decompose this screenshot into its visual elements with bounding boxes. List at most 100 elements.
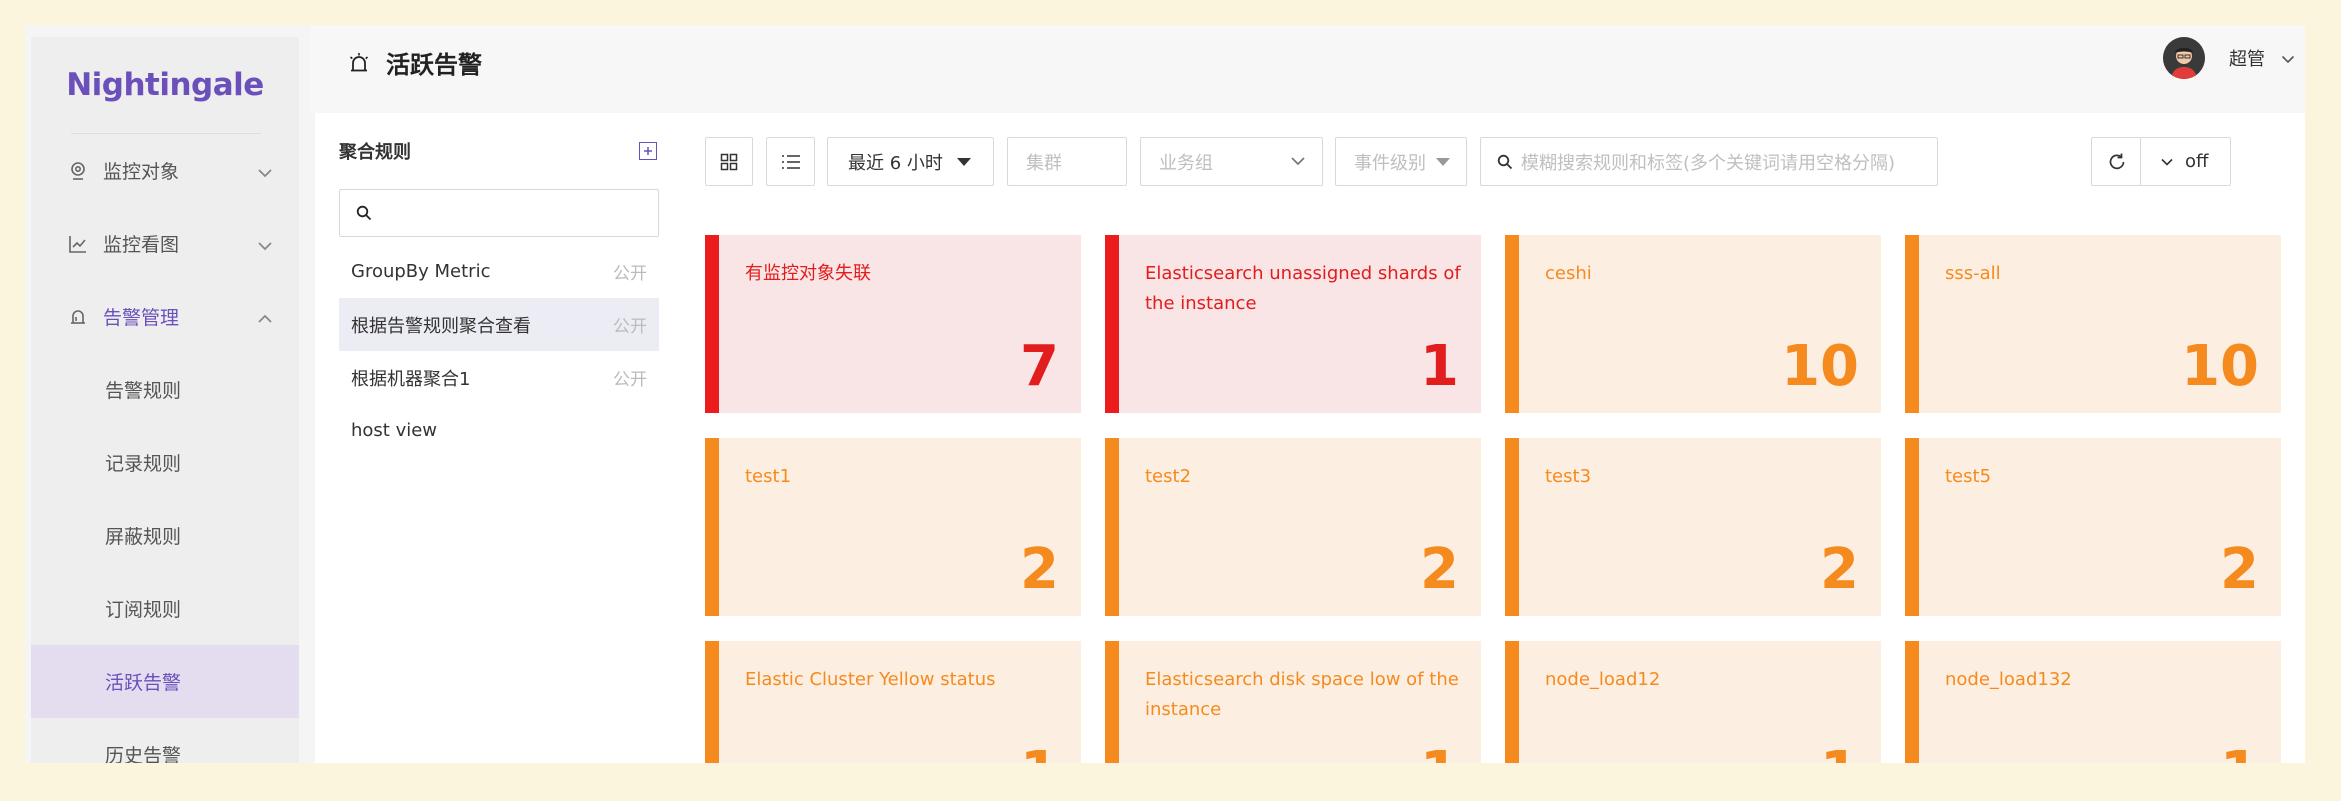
refresh-interval-select[interactable]: off [2140,137,2231,186]
plus-icon [644,147,652,155]
alert-card[interactable]: ceshi 10 [1505,235,1881,413]
alert-card[interactable]: Elasticsearch disk space low of the inst… [1105,641,1481,763]
page-title: 活跃告警 [348,45,482,80]
cluster-select[interactable]: 集群 [1007,137,1127,186]
time-range-value: 最近 6 小时 [848,152,943,174]
aggregation-rules-panel: 聚合规则 GroupBy Metric 公开 根据告警规则聚合查看 公开 根据机器聚… [339,113,659,457]
alert-card[interactable]: node_load12 1 [1505,641,1881,763]
refresh-button[interactable] [2091,137,2141,186]
sidebar-subitem-history-alerts[interactable]: 历史告警 [31,718,299,763]
rules-header: 聚合规则 [339,113,659,189]
caret-down-icon [1436,157,1450,166]
business-group-select[interactable]: 业务组 [1140,137,1323,186]
rule-visibility-tag: 公开 [613,264,647,284]
alert-card-count: 1 [1420,745,1459,764]
alert-card-title: ceshi [1545,263,1592,284]
severity-placeholder: 事件级别 [1354,152,1426,174]
rule-name: host view [351,420,438,441]
rule-search-input[interactable] [339,189,659,237]
sidebar-subitem-recording-rules[interactable]: 记录规则 [31,426,299,499]
target-icon [67,160,89,182]
severity-select[interactable]: 事件级别 [1335,137,1467,186]
siren-icon [348,52,370,74]
refresh-interval-value: off [2185,151,2209,172]
chevron-down-icon[interactable] [2281,49,2295,68]
line-chart-icon [67,233,89,255]
alert-card-title: Elasticsearch disk space low of the inst… [1145,669,1459,720]
rule-visibility-tag: 公开 [613,370,647,390]
alert-card-title: test5 [1945,466,1992,487]
logo-text: Nightingale [66,67,264,103]
alert-card-count: 2 [1820,537,1859,602]
list-item[interactable]: 根据告警规则聚合查看 公开 [339,298,659,351]
refresh-icon [2109,153,2124,169]
card-view-button[interactable] [705,137,753,186]
alarm-icon [67,306,89,328]
alert-card[interactable]: node_load132 1 [1905,641,2281,763]
rules-title: 聚合规则 [339,142,411,163]
cluster-placeholder: 集群 [1026,152,1062,174]
alert-card[interactable]: test1 2 [705,438,1081,616]
user-name[interactable]: 超管 [2229,45,2265,71]
rule-name: GroupBy Metric [351,261,491,282]
sidebar-item-alerting[interactable]: 告警管理 [31,280,299,353]
sidebar: Nightingale 监控对象 监控看图 告警管理 告警规则 记录规则 屏蔽规… [31,37,299,763]
alert-card-count: 1 [2220,745,2259,764]
list-item[interactable]: 根据机器聚合1 公开 [339,351,659,404]
alert-card[interactable]: test3 2 [1505,438,1881,616]
alert-card-title: sss-all [1945,263,2001,284]
time-range-select[interactable]: 最近 6 小时 [827,137,994,186]
alert-card-count: 2 [2220,537,2259,602]
user-menu[interactable]: 超管 [2163,37,2295,79]
alert-card-title: test3 [1545,466,1592,487]
alert-card[interactable]: 有监控对象失联 7 [705,235,1081,413]
chevron-down-icon [257,161,273,183]
list-item[interactable]: GroupBy Metric 公开 [339,245,659,298]
app-frame: Nightingale 监控对象 监控看图 告警管理 告警规则 记录规则 屏蔽规… [25,25,2305,763]
alert-card-title: test1 [745,466,792,487]
chevron-down-icon [2161,158,2173,166]
search-icon [1497,154,1513,169]
alert-card-title: Elastic Cluster Yellow status [745,669,996,690]
filter-toolbar: 最近 6 小时 集群 业务组 事件级别 模糊搜索规则和标签(多个关键词请用空格分… [705,137,2279,186]
business-group-placeholder: 业务组 [1159,152,1213,174]
sidebar-nav: 监控对象 监控看图 告警管理 告警规则 记录规则 屏蔽规则 订阅规则 活跃告警 … [31,134,299,763]
chevron-up-icon [257,307,273,329]
list-view-button[interactable] [766,137,815,186]
search-icon [356,205,372,221]
alert-card-count: 2 [1420,537,1459,602]
alert-card-title: node_load132 [1945,669,2072,690]
list-item[interactable]: host view [339,404,659,457]
chevron-down-icon [1291,157,1305,166]
alert-card[interactable]: sss-all 10 [1905,235,2281,413]
main-panel: 聚合规则 GroupBy Metric 公开 根据告警规则聚合查看 公开 根据机器聚… [315,113,2305,763]
alert-card-title: test2 [1145,466,1192,487]
sidebar-item-targets[interactable]: 监控对象 [31,134,299,207]
alert-card-count: 1 [1420,334,1459,399]
sidebar-item-label: 监控对象 [103,161,180,183]
sidebar-item-label: 监控看图 [103,234,180,256]
alert-card[interactable]: Elastic Cluster Yellow status 1 [705,641,1081,763]
sidebar-item-label: 告警管理 [103,307,180,329]
avatar[interactable] [2163,37,2205,79]
alert-card-title: node_load12 [1545,669,1661,690]
rule-tag-search-input[interactable]: 模糊搜索规则和标签(多个关键词请用空格分隔) [1480,137,1938,186]
alert-card-count: 10 [1781,334,1859,399]
alert-card[interactable]: test2 2 [1105,438,1481,616]
chevron-down-icon [257,234,273,256]
add-rule-button[interactable] [639,142,657,160]
alert-card[interactable]: test5 2 [1905,438,2281,616]
logo[interactable]: Nightingale [31,37,299,133]
alert-card-title: 有监控对象失联 [745,263,871,284]
alert-card[interactable]: Elasticsearch unassigned shards of the i… [1105,235,1481,413]
rule-name: 根据机器聚合1 [351,368,471,390]
sidebar-subitem-active-alerts[interactable]: 活跃告警 [31,645,299,718]
sidebar-item-dashboards[interactable]: 监控看图 [31,207,299,280]
sidebar-subitem-subscribe-rules[interactable]: 订阅规则 [31,572,299,645]
alert-card-count: 1 [1820,745,1859,764]
alert-card-count: 7 [1020,334,1059,399]
sidebar-subitem-alert-rules[interactable]: 告警规则 [31,353,299,426]
list-icon [781,154,800,169]
sidebar-subitem-mute-rules[interactable]: 屏蔽规则 [31,499,299,572]
alert-card-count: 10 [2181,334,2259,399]
